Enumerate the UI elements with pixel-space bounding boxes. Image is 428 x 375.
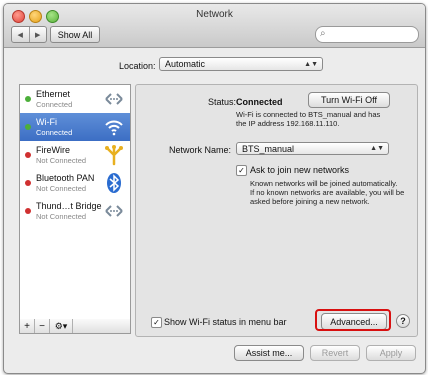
- search-icon: ⌕: [320, 28, 326, 39]
- show-all-button[interactable]: Show All: [50, 26, 100, 43]
- status-description-line1: Wi-Fi is connected to BTS_manual and has: [236, 110, 381, 119]
- add-service-button[interactable]: +: [20, 319, 35, 333]
- status-dot-icon: [25, 180, 31, 186]
- status-dot-icon: [25, 208, 31, 214]
- network-name-label: Network Name:: [169, 145, 232, 155]
- service-name: Bluetooth PAN: [36, 173, 95, 183]
- service-item-bluetooth-pan[interactable]: Bluetooth PAN Not Connected: [20, 169, 130, 197]
- revert-button[interactable]: Revert: [310, 345, 360, 361]
- firewire-icon: [105, 145, 123, 166]
- service-status: Not Connected: [36, 212, 87, 221]
- service-name: FireWire: [36, 145, 70, 155]
- network-name-popup[interactable]: BTS_manual ▲▼: [236, 142, 389, 155]
- service-name: Wi-Fi: [36, 117, 57, 127]
- status-label: Status:: [208, 97, 237, 107]
- popup-arrows-icon: ▲▼: [370, 145, 384, 152]
- search-input[interactable]: [332, 28, 416, 42]
- show-wifi-status-label: Show Wi-Fi status in menu bar: [164, 317, 287, 327]
- forward-icon[interactable]: ▶: [30, 27, 47, 42]
- ask-to-join-label: Ask to join new networks: [250, 165, 350, 175]
- turn-wifi-off-button[interactable]: Turn Wi-Fi Off: [308, 92, 390, 108]
- bluetooth-icon: [107, 173, 121, 193]
- network-name-value: BTS_manual: [242, 143, 295, 154]
- window-title: Network: [196, 9, 233, 20]
- service-item-ethernet[interactable]: Ethernet Connected: [20, 85, 130, 113]
- popup-arrows-icon: ▲▼: [304, 60, 318, 68]
- remove-service-button[interactable]: −: [35, 319, 50, 333]
- title-bar: Network ◀ ▶ Show All ⌕: [4, 4, 425, 48]
- service-name: Thund…t Bridge: [36, 201, 102, 211]
- status-description-line2: the IP address 192.168.11.110.: [236, 119, 340, 128]
- apply-button[interactable]: Apply: [366, 345, 416, 361]
- service-item-thunderbolt-bridge[interactable]: Thund…t Bridge Not Connected: [20, 197, 130, 225]
- status-dot-icon: [25, 152, 31, 158]
- highlight-box: [315, 309, 391, 331]
- service-status: Not Connected: [36, 156, 87, 165]
- back-forward-buttons: ◀ ▶: [11, 26, 47, 43]
- search-field[interactable]: ⌕: [315, 26, 419, 43]
- ask-to-join-checkbox[interactable]: ✓: [236, 165, 247, 176]
- wifi-detail-panel: Status: Connected Turn Wi-Fi Off Wi-Fi i…: [135, 84, 418, 337]
- ask-join-description-line2: If no known networks are available, you …: [250, 188, 405, 197]
- location-popup[interactable]: Automatic ▲▼: [159, 57, 323, 71]
- location-label: Location:: [119, 61, 156, 71]
- network-preferences-window: Network ◀ ▶ Show All ⌕ Location: Automat…: [3, 3, 426, 374]
- service-item-firewire[interactable]: FireWire Not Connected: [20, 141, 130, 169]
- help-button[interactable]: ?: [396, 314, 410, 328]
- service-list-controls: + − ⚙▾: [19, 319, 131, 334]
- back-icon[interactable]: ◀: [12, 27, 30, 42]
- assist-me-button[interactable]: Assist me...: [234, 345, 304, 361]
- show-wifi-status-checkbox[interactable]: ✓: [151, 317, 162, 328]
- ask-join-description-line3: asked before joining a new network.: [250, 197, 370, 206]
- status-dot-icon: [25, 96, 31, 102]
- service-list: Ethernet Connected Wi-Fi Connected FireW…: [19, 84, 131, 321]
- service-name: Ethernet: [36, 89, 71, 99]
- thunderbolt-arrows-icon: [105, 205, 123, 217]
- status-dot-icon: [25, 124, 31, 130]
- ask-join-description-line1: Known networks will be joined automatica…: [250, 179, 398, 188]
- service-item-wifi[interactable]: Wi-Fi Connected: [20, 113, 130, 141]
- wifi-icon: [105, 120, 123, 136]
- service-status: Connected: [36, 100, 73, 109]
- service-status: Not Connected: [36, 184, 87, 193]
- gear-icon[interactable]: ⚙▾: [50, 319, 73, 333]
- location-value: Automatic: [165, 59, 206, 69]
- service-status: Connected: [36, 128, 73, 137]
- ethernet-arrows-icon: [105, 93, 123, 105]
- status-value: Connected: [236, 97, 283, 107]
